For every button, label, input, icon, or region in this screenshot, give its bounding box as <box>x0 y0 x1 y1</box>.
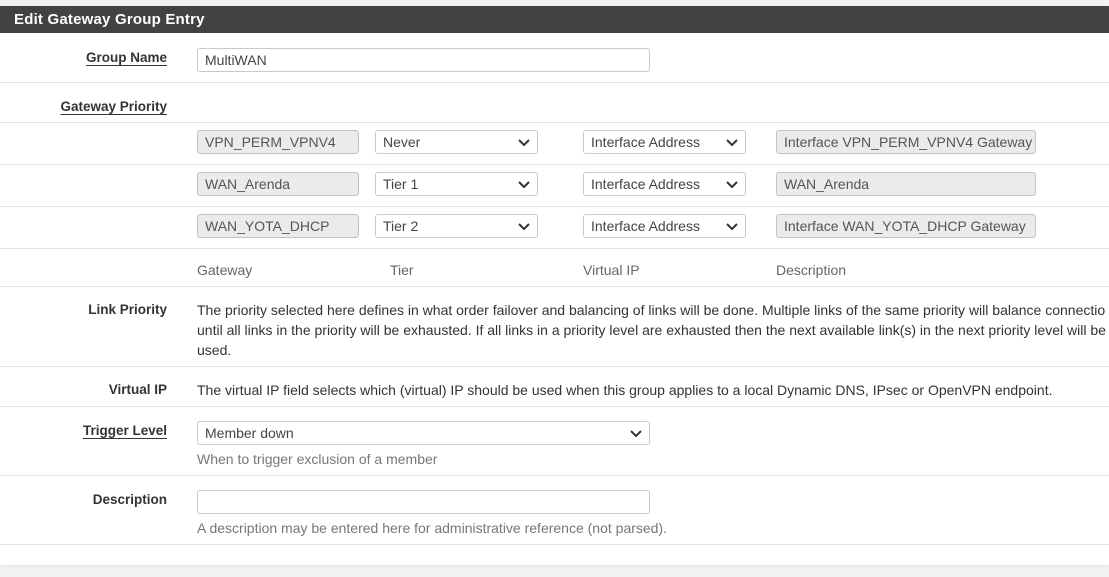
tier-select-value: Tier 1 <box>383 176 419 192</box>
divider <box>0 164 1109 165</box>
virtual-ip-text: The virtual IP field selects which (virt… <box>197 382 1053 398</box>
column-header-gateway: Gateway <box>197 262 253 278</box>
group-name-label: Group Name <box>85 50 167 65</box>
trigger-level-select[interactable]: Member down <box>197 421 650 445</box>
virtual-ip-select[interactable]: Interface Address <box>583 214 746 238</box>
divider <box>0 406 1109 407</box>
tier-select-value: Tier 2 <box>383 218 419 234</box>
gateway-group-panel: Edit Gateway Group Entry Group Name Mult… <box>0 6 1109 565</box>
chevron-down-icon <box>518 181 530 189</box>
divider <box>0 475 1109 476</box>
chevron-down-icon <box>726 139 738 147</box>
tier-select-value: Never <box>383 134 421 150</box>
gateway-description-field: Interface WAN_YOTA_DHCP Gateway <box>776 214 1036 238</box>
tier-select[interactable]: Tier 1 <box>375 172 538 196</box>
link-priority-text-line-3: used. <box>197 342 232 358</box>
column-header-tier: Tier <box>390 262 414 278</box>
column-header-virtual-ip: Virtual IP <box>583 262 640 278</box>
virtual-ip-label: Virtual IP <box>108 382 167 397</box>
chevron-down-icon <box>518 223 530 231</box>
divider <box>0 286 1109 287</box>
trigger-level-label: Trigger Level <box>82 423 167 438</box>
divider <box>0 206 1109 207</box>
panel-title: Edit Gateway Group Entry <box>0 6 1109 33</box>
virtual-ip-select[interactable]: Interface Address <box>583 172 746 196</box>
link-priority-text-line-1: The priority selected here defines in wh… <box>197 302 1106 318</box>
link-priority-label: Link Priority <box>88 302 167 317</box>
description-label: Description <box>92 492 167 507</box>
column-header-description: Description <box>776 262 847 278</box>
divider <box>0 366 1109 367</box>
description-input[interactable] <box>197 490 650 514</box>
gateway-description-field: WAN_Arenda <box>776 172 1036 196</box>
divider <box>0 122 1109 123</box>
virtual-ip-select-value: Interface Address <box>591 176 700 192</box>
virtual-ip-select-value: Interface Address <box>591 134 700 150</box>
divider <box>0 248 1109 249</box>
divider <box>0 544 1109 545</box>
gateway-description-field: Interface VPN_PERM_VPNV4 Gateway <box>776 130 1036 154</box>
divider <box>0 82 1109 83</box>
chevron-down-icon <box>630 430 642 438</box>
chevron-down-icon <box>726 181 738 189</box>
gateway-name-field: WAN_YOTA_DHCP <box>197 214 359 238</box>
description-help: A description may be entered here for ad… <box>197 520 668 536</box>
link-priority-text-line-2: until all links in the priority will be … <box>197 322 1106 338</box>
chevron-down-icon <box>726 223 738 231</box>
group-name-input[interactable]: MultiWAN <box>197 48 650 72</box>
tier-select[interactable]: Tier 2 <box>375 214 538 238</box>
virtual-ip-select[interactable]: Interface Address <box>583 130 746 154</box>
tier-select[interactable]: Never <box>375 130 538 154</box>
trigger-level-help: When to trigger exclusion of a member <box>197 451 438 467</box>
trigger-level-select-value: Member down <box>205 425 294 441</box>
gateway-name-field: WAN_Arenda <box>197 172 359 196</box>
chevron-down-icon <box>518 139 530 147</box>
virtual-ip-select-value: Interface Address <box>591 218 700 234</box>
gateway-name-field: VPN_PERM_VPNV4 <box>197 130 359 154</box>
gateway-priority-label: Gateway Priority <box>60 99 167 114</box>
